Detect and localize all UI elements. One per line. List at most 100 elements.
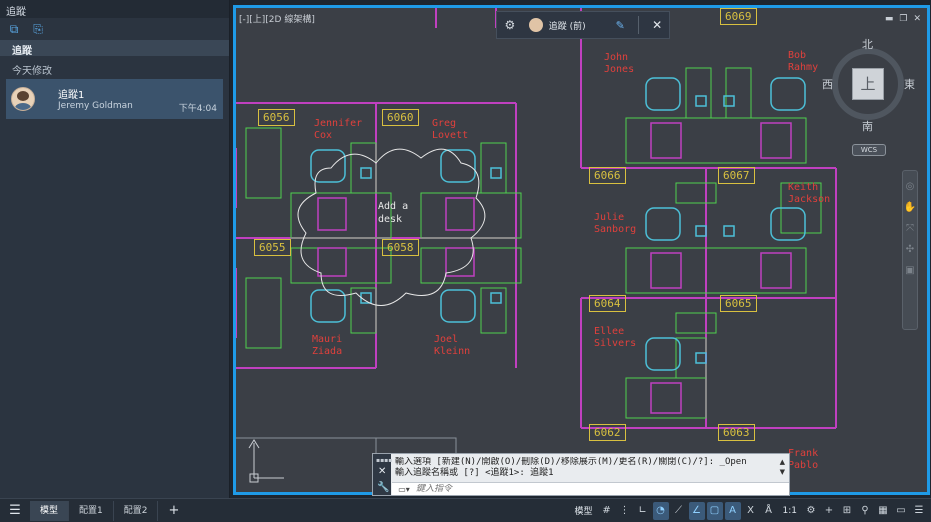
snap-icon[interactable]: ⋮ — [617, 502, 633, 520]
history-line: 輸入選項 [新建(N)/開啟(O)/刪除(D)/移除展示(M)/更名(R)/關閉… — [395, 457, 747, 467]
orbit-icon[interactable]: ✣ — [906, 244, 914, 255]
tab-layout1[interactable]: 配置1 — [69, 500, 114, 521]
avatar — [11, 87, 35, 111]
command-line-handle[interactable]: ▪▪▪▪ ✕ 🔧 — [373, 454, 392, 495]
person-name: Joel Kleinn — [434, 334, 471, 357]
room-label: 6066 — [589, 167, 626, 184]
grid-icon[interactable]: # — [599, 502, 615, 520]
object-snap-icon[interactable]: ▢ — [706, 501, 723, 520]
command-prompt-icon[interactable]: ▭▾ — [392, 485, 416, 494]
walls-magenta — [236, 8, 837, 429]
track-list-icon[interactable]: ⎘ — [30, 21, 46, 37]
room-label: 6055 — [254, 239, 291, 256]
command-input[interactable] — [416, 484, 736, 494]
isodraft-icon[interactable]: ⟋ — [671, 502, 687, 520]
customization-icon[interactable]: ☰ — [911, 502, 927, 520]
tab-layout2[interactable]: 配置2 — [114, 500, 159, 521]
annotation-scale[interactable]: 1:1 — [779, 506, 801, 516]
palette-title: 追蹤 — [0, 0, 229, 18]
traces-palette: 追蹤 ⧉ ⎘ 追蹤 今天修改 追蹤1 Jeremy Goldman 下午4:04 — [0, 0, 230, 498]
person-name: Keith Jackson — [788, 182, 831, 205]
close-icon[interactable]: ✕ — [913, 14, 921, 24]
plus-icon[interactable]: + — [821, 502, 837, 520]
track-time: 下午4:04 — [178, 104, 217, 114]
command-line: ▪▪▪▪ ✕ 🔧 輸入選項 [新建(N)/開啟(O)/刪除(D)/移除展示(M)… — [372, 453, 790, 496]
annotation-visibility-icon[interactable]: A — [724, 501, 741, 520]
showmotion-icon[interactable]: ▣ — [905, 265, 914, 276]
markup-text: Add a desk — [378, 201, 409, 225]
ortho-icon[interactable]: ∟ — [635, 502, 651, 520]
room-label: 6065 — [720, 295, 757, 312]
avatar — [528, 18, 543, 32]
gear-icon[interactable]: ⚙ — [803, 502, 819, 520]
gear-icon[interactable]: ⚙ — [497, 18, 523, 32]
person-name: Greg Lovett — [432, 118, 469, 141]
person-name: Frank Pablo — [788, 448, 819, 471]
model-space-toggle[interactable]: 模型 — [571, 504, 597, 517]
compass-south[interactable]: 南 — [862, 118, 873, 134]
tab-model[interactable]: 模型 — [30, 500, 70, 521]
new-track-icon[interactable]: ⧉ — [6, 21, 22, 37]
viewcube[interactable]: 上 北 南 東 西 — [822, 36, 916, 138]
auto-scale-icon[interactable]: Ⅹ — [743, 502, 759, 520]
drawing-viewport[interactable]: [-][上][2D 線架構] 6069 6056 6060 6066 6067 6055 6… — [233, 5, 930, 495]
status-bar: ☰ 模型 配置1 配置2 + 模型 # ⋮ ∟ ◔ ⟋ ∠ ▢ A Ⅹ Å 1:… — [0, 498, 931, 522]
room-label: 6060 — [382, 109, 419, 126]
polar-icon[interactable]: ◔ — [652, 501, 669, 520]
room-label: 6063 — [718, 424, 755, 441]
palette-toolbar: ⧉ ⎘ — [0, 18, 229, 40]
person-name: Julie Sanborg — [594, 212, 637, 235]
room-label: 6056 — [258, 109, 295, 126]
steering-wheel-icon[interactable]: ◎ — [906, 181, 915, 192]
room-label: 6069 — [720, 8, 757, 25]
pencil-icon[interactable]: ✎ — [608, 19, 632, 32]
track-toolbar: ⚙ 追蹤 (前) ✎ ✕ — [496, 11, 670, 39]
clean-screen-icon[interactable]: ▭ — [893, 502, 909, 520]
status-tools: 模型 # ⋮ ∟ ◔ ⟋ ∠ ▢ A Ⅹ Å 1:1 ⚙ + ⊞ ⚲ ▦ ▭ ☰ — [571, 499, 931, 522]
viewport-controls-label[interactable]: [-][上][2D 線架構] — [239, 12, 315, 25]
wrench-icon[interactable]: 🔧 — [377, 482, 389, 493]
track-name: 追蹤 (前) — [548, 21, 586, 32]
ucs-icon — [248, 439, 284, 483]
command-input-row: ▭▾ — [392, 482, 789, 495]
restore-icon[interactable]: ❐ — [899, 14, 907, 24]
close-icon[interactable]: ✕ — [645, 18, 669, 32]
person-name: Jennifer Cox — [314, 118, 363, 141]
compass-north[interactable]: 北 — [862, 36, 873, 52]
section-today: 今天修改 — [12, 66, 52, 77]
navigation-bar: ◎ ✋ ⤧ ✣ ▣ — [902, 170, 918, 330]
person-name: Ellee Silvers — [594, 326, 637, 349]
track-user: Jeremy Goldman — [58, 101, 133, 111]
palette-header: 追蹤 — [0, 40, 229, 57]
compass-west[interactable]: 西 — [822, 76, 833, 92]
add-layout-icon[interactable]: + — [158, 503, 189, 518]
room-label: 6062 — [589, 424, 626, 441]
track-title: 追蹤1 — [58, 90, 85, 101]
annotation-scale-icon[interactable]: Å — [761, 502, 777, 520]
room-label: 6058 — [382, 239, 419, 256]
hamburger-menu-icon[interactable]: ☰ — [0, 503, 30, 518]
person-name: Bob Rahmy — [788, 50, 819, 73]
wcs-menu[interactable]: WCS — [852, 144, 886, 156]
autocad-window: 追蹤 ⧉ ⎘ 追蹤 今天修改 追蹤1 Jeremy Goldman 下午4:04 — [0, 0, 931, 522]
viewcube-face[interactable]: 上 — [852, 68, 884, 100]
command-history: 輸入選項 [新建(N)/開啟(O)/刪除(D)/移除展示(M)/更名(R)/關閉… — [395, 457, 775, 479]
viewport-window-controls: ▬ ❐ ✕ — [885, 14, 921, 24]
hardware-acceleration-icon[interactable]: ▦ — [875, 502, 891, 520]
compass-east[interactable]: 東 — [904, 76, 915, 92]
close-icon[interactable]: ✕ — [378, 466, 386, 477]
room-label: 6067 — [718, 167, 755, 184]
history-scroll[interactable]: ▲ ▼ — [780, 457, 785, 477]
person-name: John Jones — [604, 52, 635, 75]
room-label: 6064 — [589, 295, 626, 312]
zoom-icon[interactable]: ⤧ — [906, 223, 914, 234]
pan-icon[interactable]: ✋ — [904, 202, 916, 213]
history-line: 輸入追蹤名稱或 [?] <追蹤1>: 追蹤1 — [395, 468, 554, 478]
workspace-icon[interactable]: ⊞ — [839, 502, 855, 520]
toolbar-divider — [638, 16, 640, 34]
object-snap-tracking-icon[interactable]: ∠ — [688, 501, 705, 520]
isolate-icon[interactable]: ⚲ — [857, 502, 873, 520]
grip-icon[interactable]: ▪▪▪▪ — [376, 457, 392, 464]
track-list-item[interactable]: 追蹤1 Jeremy Goldman 下午4:04 — [6, 79, 223, 119]
minimize-icon[interactable]: ▬ — [885, 14, 894, 24]
